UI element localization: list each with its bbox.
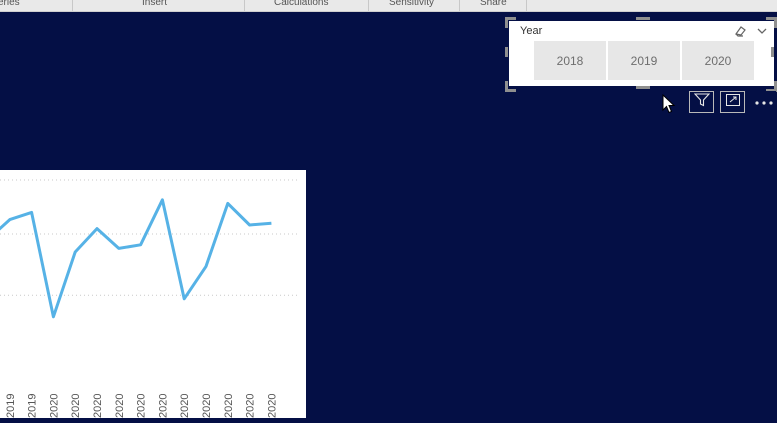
slicer-button-2020[interactable]: 2020 [682, 41, 754, 80]
filter-icon [694, 93, 710, 112]
resize-handle[interactable] [771, 47, 774, 57]
resize-handle[interactable] [505, 81, 516, 92]
ribbon-bar: eries Insert Calculations Sensitivity Sh… [0, 0, 777, 12]
resize-handle[interactable] [636, 86, 650, 89]
ribbon-separator [526, 0, 527, 11]
line-chart-plot: 2019201920192020202020202020202020202020… [0, 170, 306, 418]
resize-handle[interactable] [766, 17, 777, 28]
resize-handle[interactable] [505, 17, 516, 28]
x-tick-label: 2019 [5, 394, 17, 418]
x-tick-label: 2020 [48, 394, 60, 418]
mouse-cursor-icon [662, 94, 676, 119]
resize-handle[interactable] [636, 17, 650, 20]
more-options-icon [754, 93, 774, 111]
eraser-icon[interactable] [733, 24, 747, 38]
series-line [0, 200, 271, 317]
ribbon-group-queries[interactable]: eries [0, 0, 20, 8]
ribbon-group-calculations[interactable]: Calculations [274, 0, 328, 8]
year-slicer[interactable]: Year 2018 2019 2020 [509, 21, 774, 86]
x-tick-label: 2020 [179, 394, 191, 418]
x-tick-label: 2020 [266, 394, 278, 418]
ribbon-separator [72, 0, 73, 11]
x-tick-label: 2020 [223, 394, 235, 418]
ribbon-separator [459, 0, 460, 11]
x-tick-label: 2020 [70, 394, 82, 418]
more-options-button[interactable] [751, 91, 776, 113]
slicer-button-2019[interactable]: 2019 [608, 41, 680, 80]
x-tick-label: 2020 [92, 394, 104, 418]
ribbon-group-share[interactable]: Share [480, 0, 507, 8]
slicer-button-2018[interactable]: 2018 [534, 41, 606, 80]
x-tick-label: 2020 [245, 394, 257, 418]
x-tick-label: 2020 [201, 394, 213, 418]
x-tick-label: 2019 [27, 394, 39, 418]
focus-mode-icon [725, 93, 741, 112]
focus-mode-button[interactable] [720, 91, 745, 113]
x-tick-label: 2020 [136, 394, 148, 418]
ribbon-separator [244, 0, 245, 11]
resize-handle[interactable] [505, 47, 508, 57]
line-chart[interactable]: 2019201920192020202020202020202020202020… [0, 170, 306, 418]
x-tick-label: 2020 [157, 394, 169, 418]
ribbon-group-insert[interactable]: Insert [142, 0, 167, 8]
ribbon-group-sensitivity[interactable]: Sensitivity [389, 0, 434, 8]
ribbon-separator [368, 0, 369, 11]
slicer-title: Year [520, 25, 542, 37]
x-tick-label: 2020 [114, 394, 126, 418]
filter-button[interactable] [689, 91, 714, 113]
